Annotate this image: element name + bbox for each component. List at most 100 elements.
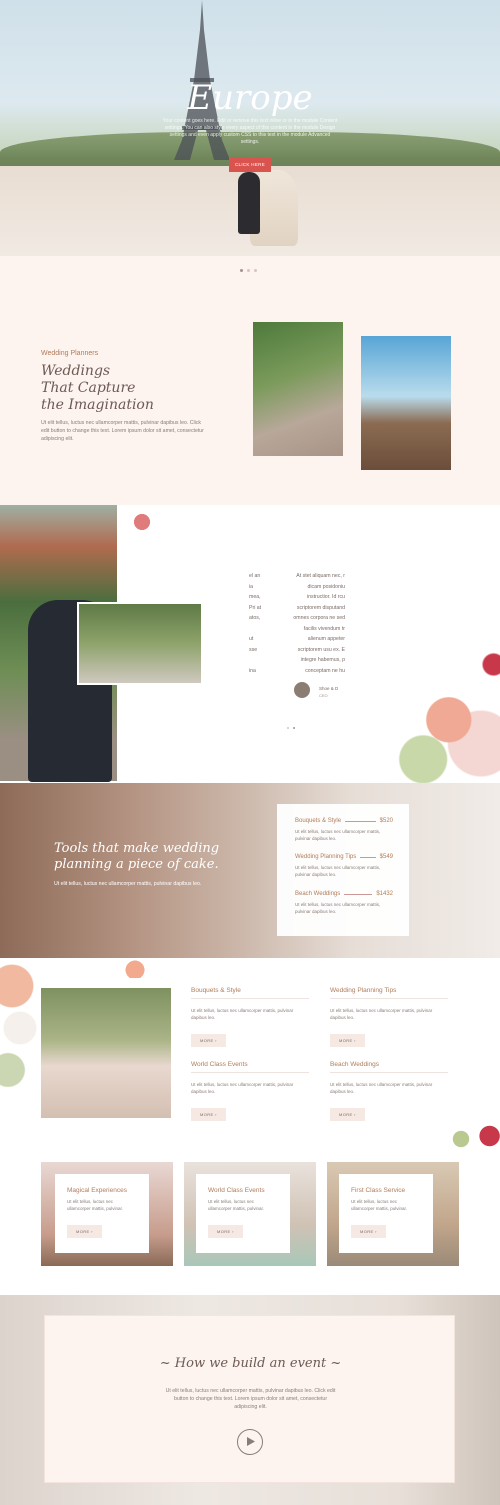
more-button[interactable]: MORE › — [330, 1034, 365, 1047]
heading-line: the Imagination — [41, 397, 154, 413]
price-desc: Ut elit tellus, luctus nec ullamcorper m… — [295, 902, 381, 914]
text-line: dicam posidoniu — [307, 583, 346, 590]
hero-slider: Europe Your content goes here. Edit or r… — [0, 0, 500, 256]
text-line: sse — [249, 646, 258, 653]
more-button[interactable]: MORE › — [67, 1225, 102, 1238]
service-title: Beach Weddings — [330, 1061, 380, 1068]
price-item: Beach Weddings $1432 Ut elit tellus, luct… — [295, 891, 393, 915]
more-button[interactable]: MORE › — [191, 1034, 226, 1047]
text-line: scriptorem disputand — [296, 604, 345, 611]
service-text: Ut elit tellus, luctus nec ullamcorper m… — [191, 1008, 294, 1020]
service-item: Beach Weddings Ut elit tellus, luctus ne… — [330, 1061, 448, 1121]
tools-body: Ut elit tellus, luctus nec ullamcorper m… — [54, 881, 202, 887]
price-value: $549 — [379, 854, 393, 860]
price-item: Bouquets & Style $520 Ut elit tellus, luc… — [295, 818, 393, 842]
floral-decoration — [448, 1118, 500, 1148]
card-title: Magical Experiences — [67, 1187, 127, 1194]
rose-decoration — [115, 958, 155, 978]
service-text: Ut elit tellus, luctus nec ullamcorper m… — [191, 1082, 294, 1094]
service-item: World Class Events Ut elit tellus, luctu… — [191, 1061, 309, 1121]
testimonial-dot[interactable] — [287, 727, 289, 729]
price-card: Bouquets & Style $520 Ut elit tellus, luc… — [277, 804, 409, 936]
price-label: Wedding Planning Tips — [295, 854, 357, 860]
testimonial-card: el an ia mea, Pri at atos, ut sse ina At… — [237, 546, 355, 729]
card-text: Ut elit tellus, luctus nec ullamcorper m… — [208, 1199, 265, 1211]
more-button[interactable]: MORE › — [208, 1225, 243, 1238]
text-line: facilis vivendum tr — [303, 625, 345, 632]
service-title: World Class Events — [191, 1061, 248, 1068]
text-line: mea, — [249, 594, 261, 600]
build-body: Ut elit tellus, luctus nec ullamcorper m… — [165, 1388, 336, 1410]
service-item: Bouquets & Style Ut elit tellus, luctus … — [191, 987, 309, 1047]
heading-line: Weddings — [41, 363, 111, 379]
tools-heading: Tools that make wedding planning a piece… — [54, 841, 274, 873]
seaside-couple-photo — [361, 336, 451, 470]
planners-section: Wedding Planners Weddings That Capture t… — [0, 268, 500, 504]
card-title: First Class Service — [351, 1187, 406, 1194]
section-body: Ut elit tellus, luctus nec ullamcorper m… — [41, 420, 204, 442]
price-value: $1432 — [376, 891, 393, 897]
feature-card-panel: World Class Events Ut elit tellus, luctu… — [196, 1174, 290, 1253]
stairs-bride-photo — [253, 322, 343, 456]
bride-photo — [41, 988, 171, 1118]
card-text: Ut elit tellus, luctus nec ullamcorper m… — [351, 1199, 408, 1211]
hero-title: Europe — [187, 78, 313, 118]
feature-card: World Class Events Ut elit tellus, luctu… — [184, 1162, 316, 1266]
testimonial-dot[interactable] — [293, 727, 295, 729]
author-role: CEO — [319, 693, 328, 698]
build-event-panel: ~ How we build an event ~ Ut elit tellus… — [44, 1315, 455, 1483]
feature-cards-section: Magical Experiences Ut elit tellus, luct… — [0, 1148, 500, 1295]
text-line: scriptorem usu ex. E — [297, 646, 345, 653]
price-label: Beach Weddings — [295, 891, 341, 897]
heading-line: Tools that make wedding — [54, 841, 220, 856]
text-line: atos, — [249, 615, 261, 621]
author-avatar — [294, 682, 310, 698]
price-desc: Ut elit tellus, luctus nec ullamcorper m… — [295, 865, 381, 877]
section-heading: Weddings That Capture the Imagination — [41, 363, 201, 414]
heading-line: That Capture — [41, 380, 136, 396]
hero-text: Your content goes here. Edit or remove t… — [162, 118, 338, 145]
section-eyebrow: Wedding Planners — [41, 350, 99, 357]
couple-forest-photo — [77, 602, 203, 685]
testimonial-text-right: At stet aliquam nec, r dicam posidoniu i… — [285, 571, 345, 676]
testimonial-text-left: el an ia mea, Pri at atos, ut sse ina — [249, 571, 279, 676]
text-line: Pri at — [249, 604, 262, 611]
more-button[interactable]: MORE › — [191, 1108, 226, 1121]
service-text: Ut elit tellus, luctus nec ullamcorper m… — [330, 1082, 433, 1094]
text-line: At stet aliquam nec, r — [296, 573, 345, 579]
floral-decoration — [372, 625, 500, 783]
play-icon — [247, 1437, 255, 1446]
play-button[interactable] — [237, 1429, 263, 1455]
feature-card-panel: Magical Experiences Ut elit tellus, luct… — [55, 1174, 149, 1253]
price-item: Wedding Planning Tips $549 Ut elit tellus… — [295, 854, 393, 878]
testimonial-dots — [287, 716, 299, 734]
feature-card: Magical Experiences Ut elit tellus, luct… — [41, 1162, 173, 1266]
tools-section: Tools that make wedding planning a piece… — [0, 783, 500, 958]
text-line: integre habemus, p — [300, 657, 345, 663]
more-button[interactable]: MORE › — [351, 1225, 386, 1238]
floral-decoration — [0, 958, 40, 1098]
service-title: Bouquets & Style — [191, 987, 241, 994]
text-line — [249, 624, 279, 635]
service-title: Wedding Planning Tips — [330, 987, 397, 994]
feature-card-panel: First Class Service Ut elit tellus, luct… — [339, 1174, 433, 1253]
text-line: omnes corpora ne sed — [293, 615, 345, 621]
price-desc: Ut elit tellus, luctus nec ullamcorper m… — [295, 829, 381, 841]
service-text: Ut elit tellus, luctus nec ullamcorper m… — [330, 1008, 433, 1020]
text-line: ia — [249, 583, 254, 590]
build-title: ~ How we build an event ~ — [159, 1356, 342, 1371]
card-title: World Class Events — [208, 1187, 265, 1194]
rose-decoration — [118, 511, 158, 533]
hero-cta-button[interactable]: CLICK HERE — [229, 158, 271, 172]
text-line: alienum appeter — [307, 636, 345, 642]
text-line: ina — [249, 667, 256, 674]
text-line: conceptam ne hu — [305, 667, 345, 674]
text-line: ut — [249, 636, 254, 642]
price-value: $520 — [379, 818, 393, 824]
services-section: Bouquets & Style Ut elit tellus, luctus … — [0, 958, 500, 1148]
heading-line: planning a piece of cake. — [54, 857, 219, 872]
text-line: el an — [249, 573, 261, 579]
author-name: Shoe & D — [319, 686, 339, 691]
feature-card: First Class Service Ut elit tellus, luct… — [327, 1162, 459, 1266]
more-button[interactable]: MORE › — [330, 1108, 365, 1121]
